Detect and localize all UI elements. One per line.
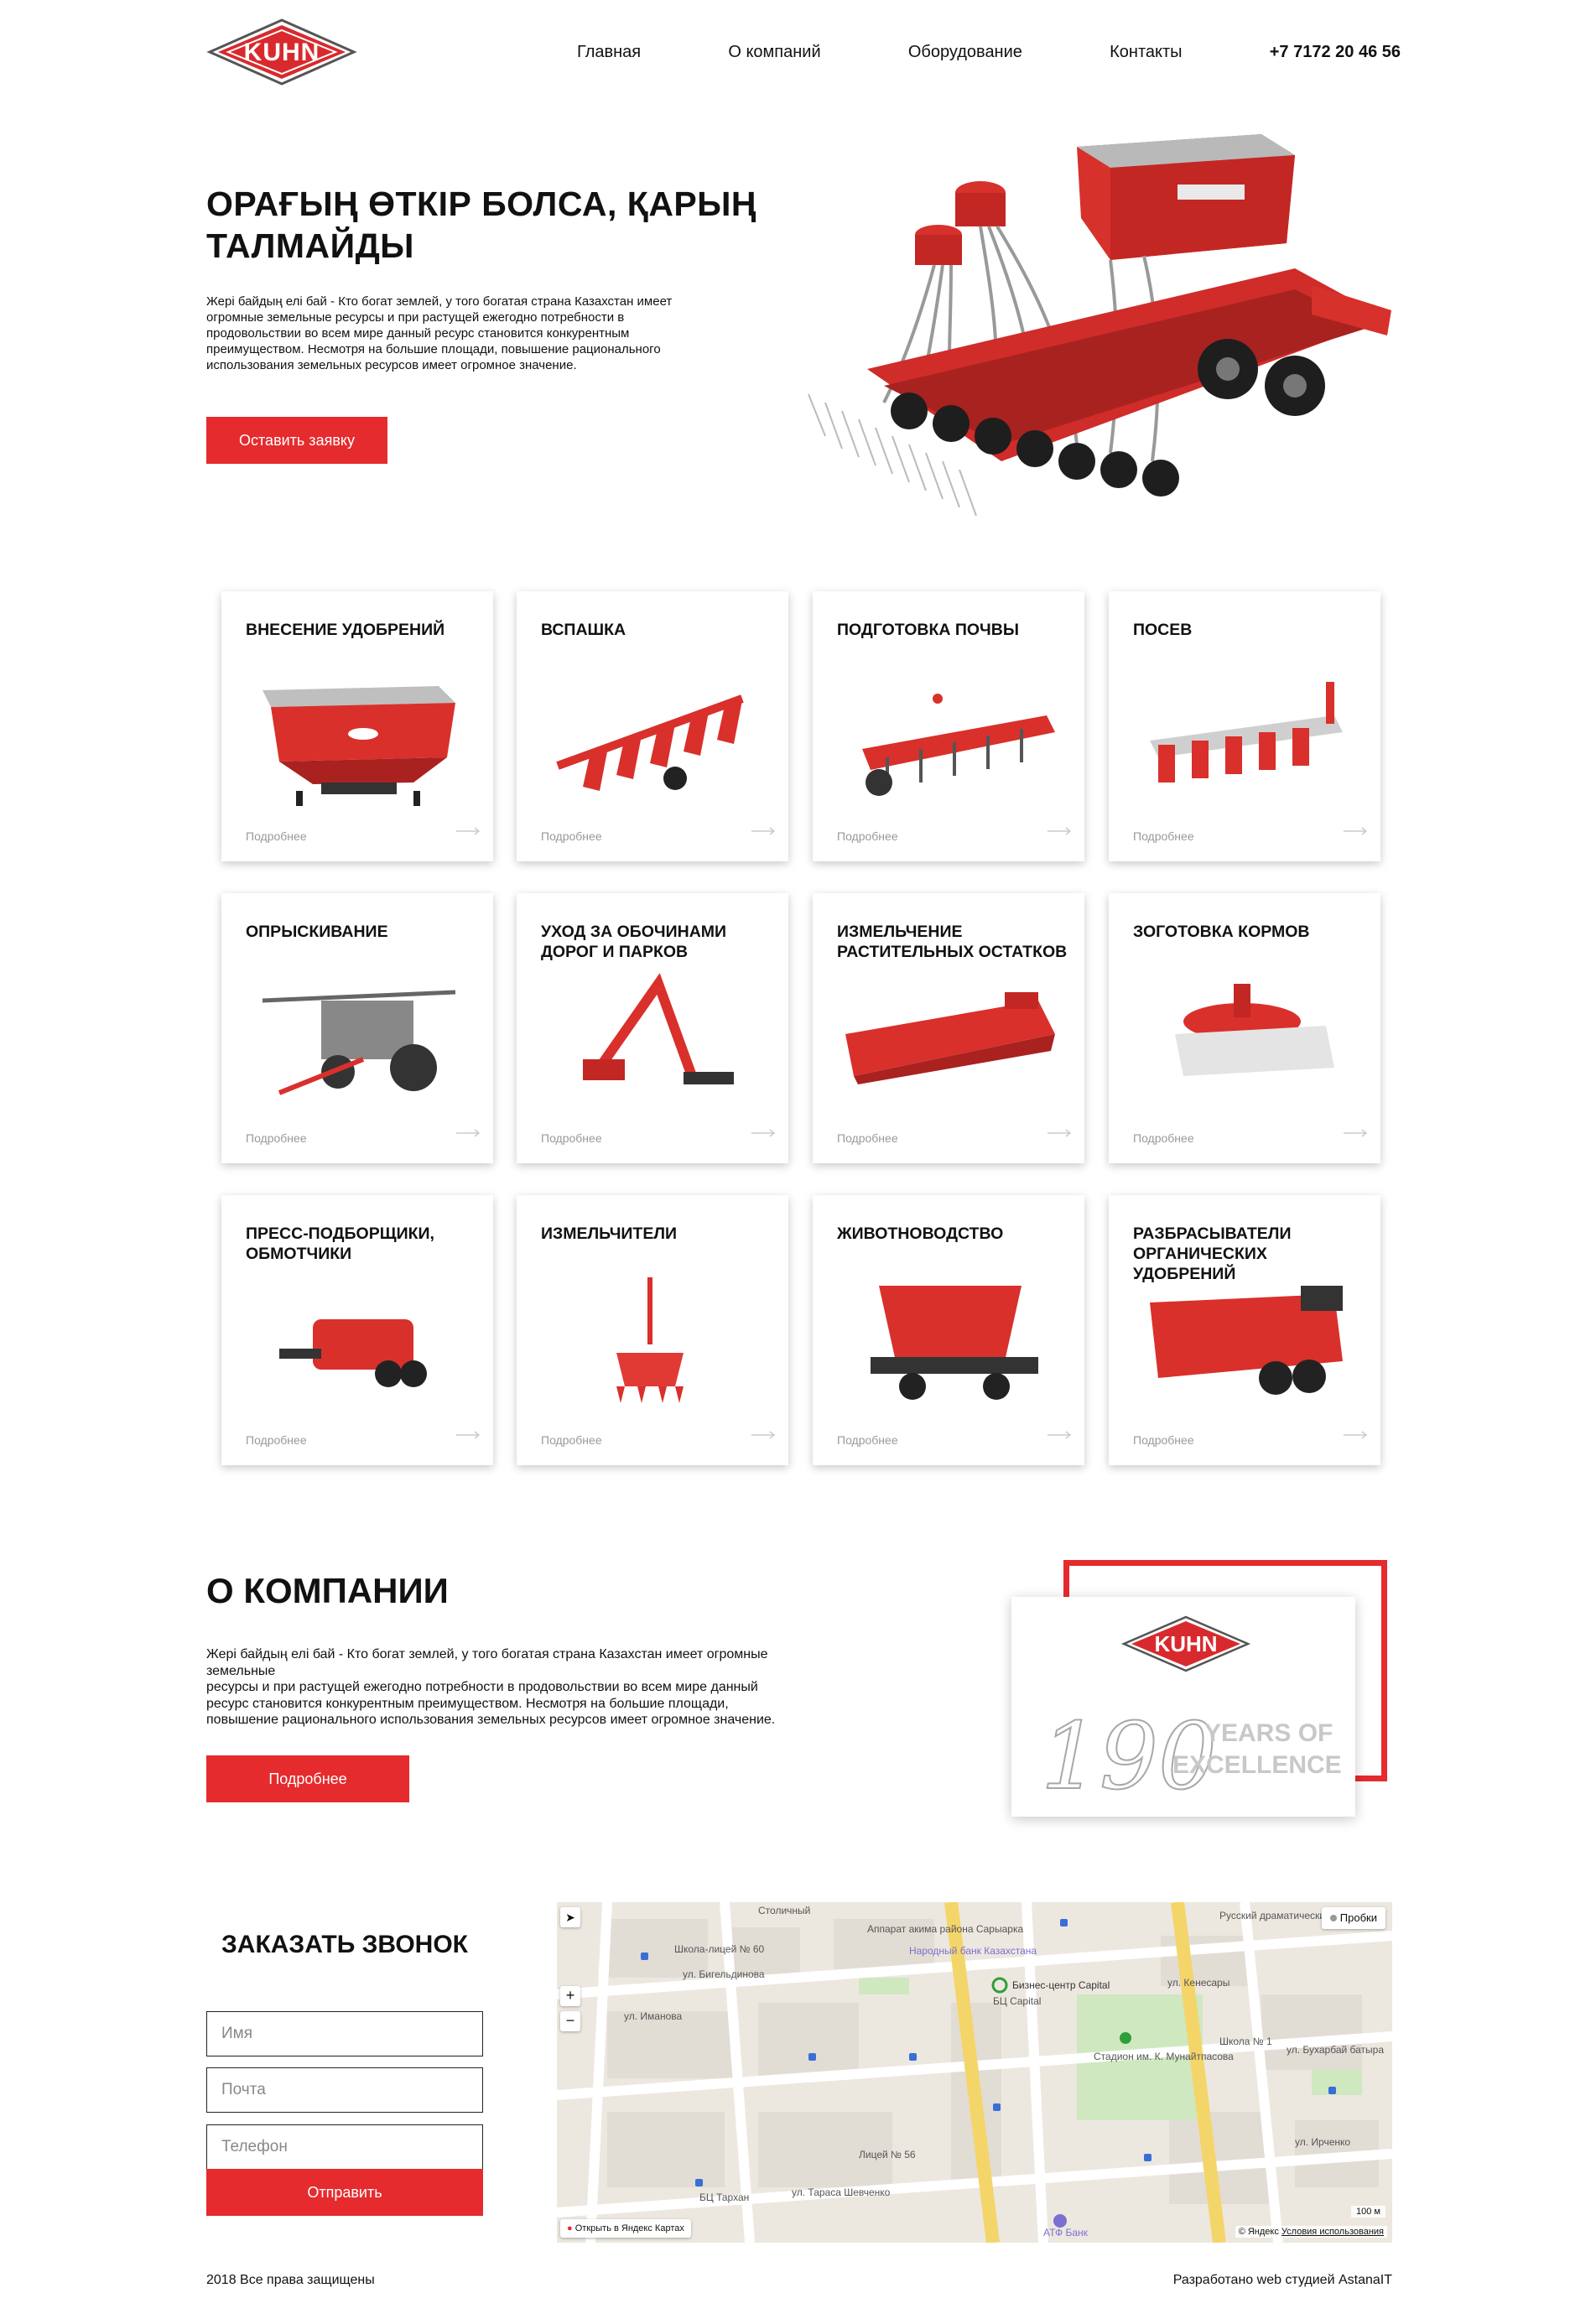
category-card-mulching[interactable]: ИЗМЕЛЬЧЕНИЕ РАСТИТЕЛЬНЫХ ОСТАТКОВ Подроб… [813,893,1084,1163]
hero-title: ОРАҒЫҢ ӨТКІР БОЛСА, ҚАРЫҢ ТАЛМАЙДЫ [206,185,757,265]
arrow-right-icon [1344,1129,1368,1137]
map-canvas[interactable]: Бизнес-центр Capital ул. Кенесары Стадио… [557,1902,1392,2243]
category-card-seeding[interactable]: ПОСЕВ Подробнее [1109,591,1380,861]
spreader-image [263,686,455,806]
hedge-cutter-image [583,973,734,1084]
submit-button[interactable]: Отправить [206,2169,483,2216]
plough-image [556,694,744,791]
map-scale: 100 м [1351,2206,1385,2218]
arrow-right-icon [751,1431,776,1439]
zoom-out-button[interactable]: − [560,2011,580,2031]
arrow-right-icon [751,1129,776,1137]
svg-text:БЦ Тархан: БЦ Тархан [699,2192,749,2203]
mulcher-image [845,992,1055,1084]
seed-drill-image [808,134,1391,517]
map-pin-icon: ● [567,2223,573,2233]
footer-developer: Разработано web студией AstanaIT [1172,2273,1392,2287]
stadium-marker-icon [1120,2032,1131,2044]
svg-text:KUHN: KUHN [1154,1631,1217,1656]
svg-text:YEARS OF: YEARS OF [1204,1719,1333,1747]
arrow-right-icon [1048,1431,1072,1439]
arrow-right-icon [1344,827,1368,835]
arrow-right-icon [456,1129,481,1137]
svg-text:Школа-лицей № 60: Школа-лицей № 60 [674,1943,765,1955]
about-text: Жері байдың елі бай - Кто богат землей, … [206,1647,776,1727]
svg-text:EXCELLENCE: EXCELLENCE [1172,1751,1342,1779]
arrow-right-icon [456,827,481,835]
svg-text:БЦ Capital: БЦ Capital [993,1995,1041,2007]
request-button[interactable]: Оставить заявку [206,417,387,464]
footer-copyright: 2018 Все права защищены [206,2273,375,2287]
terms-link[interactable]: Условия использования [1281,2227,1384,2237]
yandex-map[interactable]: Бизнес-центр Capital ул. Кенесары Стадио… [557,1902,1392,2243]
category-card-roadside[interactable]: УХОД ЗА ОБОЧИНАМИ ДОРОГ И ПАРКОВ Подробн… [517,893,788,1163]
svg-text:Столичный: Столичный [758,1905,810,1916]
kuhn-190-years-logo: KUHN 190 YEARS OF EXCELLENCE [1040,1615,1342,1811]
arrow-right-icon [1048,827,1072,835]
nav-equipment[interactable]: Оборудование [908,43,1022,62]
svg-text:ул. Кенесары: ул. Кенесары [1167,1977,1229,1989]
svg-text:Лицей № 56: Лицей № 56 [859,2149,916,2160]
feed-mixer-image [871,1286,1038,1400]
category-card-livestock[interactable]: ЖИВОТНОВОДСТВО Подробнее [813,1195,1084,1465]
traffic-icon [1329,1915,1337,1921]
nav-about[interactable]: О компаний [728,43,820,62]
svg-text:KUHN: KUHN [244,39,320,66]
planter-image [1150,682,1343,783]
cultivator-image [862,694,1055,796]
hero-text: Жері байдың елі бай - Кто богат землей, … [206,294,673,372]
map-copyright: © Яндекс Условия использования [1235,2226,1387,2238]
category-card-spraying[interactable]: ОПРЫСКИВАНИЕ Подробнее [221,893,493,1163]
svg-text:ул. Тараса Шевченко: ул. Тараса Шевченко [792,2186,891,2198]
baler-image [279,1319,427,1387]
zoom-in-button[interactable]: + [560,1986,580,2006]
category-card-balers[interactable]: ПРЕСС-ПОДБОРЩИКИ, ОБМОТЧИКИ Подробнее [221,1195,493,1465]
svg-text:Аппарат акима района Сарыарка: Аппарат акима района Сарыарка [867,1923,1023,1935]
arrow-right-icon [1344,1431,1368,1439]
name-field[interactable] [206,2011,483,2056]
category-card-shredders[interactable]: ИЗМЕЛЬЧИТЕЛИ Подробнее [517,1195,788,1465]
bank-marker-icon [1053,2214,1067,2228]
svg-text:ул. Бухарбай батыра: ул. Бухарбай батыра [1287,2044,1384,2056]
arrow-right-icon [751,827,776,835]
sprayer-image [262,990,456,1095]
svg-text:Бизнес-центр Capital: Бизнес-центр Capital [1012,1979,1110,1991]
about-title: О КОМПАНИИ [206,1571,449,1610]
page: KUHN Главная О компаний Оборудование Кон… [0,0,1596,2319]
svg-text:ул. Иманова: ул. Иманова [624,2010,682,2022]
callback-title: ЗАКАЗАТЬ ЗВОНОК [221,1931,468,1958]
traffic-button[interactable]: Пробки [1321,1907,1385,1929]
shredder-image [616,1277,684,1403]
category-card-fodder[interactable]: ЗОГОТОВКА КОРМОВ Подробнее [1109,893,1380,1163]
anniversary-badge: KUHN 190 YEARS OF EXCELLENCE [1011,1597,1355,1817]
email-field[interactable] [206,2067,483,2113]
about-more-button[interactable]: Подробнее [206,1755,409,1802]
mower-image [1175,984,1334,1076]
svg-text:ул. Ирченко: ул. Ирченко [1295,2136,1350,2148]
manure-spreader-image [1150,1286,1343,1395]
svg-text:Школа № 1: Школа № 1 [1219,2036,1272,2047]
svg-text:АТФ Банк: АТФ Банк [1043,2227,1089,2238]
geolocation-icon[interactable]: ➤ [560,1907,580,1927]
main-nav: Главная О компаний Оборудование Контакты… [577,37,1401,67]
phone-link[interactable]: +7 7172 20 46 56 [1270,43,1401,62]
category-card-ploughing[interactable]: ВСПАШКА Подробнее [517,591,788,861]
svg-text:Стадион им. К. Мунайтпасова: Стадион им. К. Мунайтпасова [1094,2051,1234,2062]
kuhn-logo[interactable]: KUHN [206,17,357,87]
svg-text:ул. Бигельдинова: ул. Бигельдинова [683,1968,765,1980]
category-card-soil-prep[interactable]: ПОДГОТОВКА ПОЧВЫ Подробнее [813,591,1084,861]
category-card-fertilizer[interactable]: ВНЕСЕНИЕ УДОБРЕНИЙ Подробнее [221,591,493,861]
phone-field[interactable] [206,2124,483,2170]
svg-text:Народный банк Казахстана: Народный банк Казахстана [909,1945,1037,1957]
arrow-right-icon [456,1431,481,1439]
category-card-manure[interactable]: РАЗБРАСЫВАТЕЛИ ОРГАНИЧЕСКИХ УДОБРЕНИЙ По… [1109,1195,1380,1465]
nav-home[interactable]: Главная [577,43,641,62]
open-in-yandex-link[interactable]: ● Открыть в Яндекс Картах [560,2219,691,2238]
nav-contacts[interactable]: Контакты [1110,43,1182,62]
arrow-right-icon [1048,1129,1072,1137]
